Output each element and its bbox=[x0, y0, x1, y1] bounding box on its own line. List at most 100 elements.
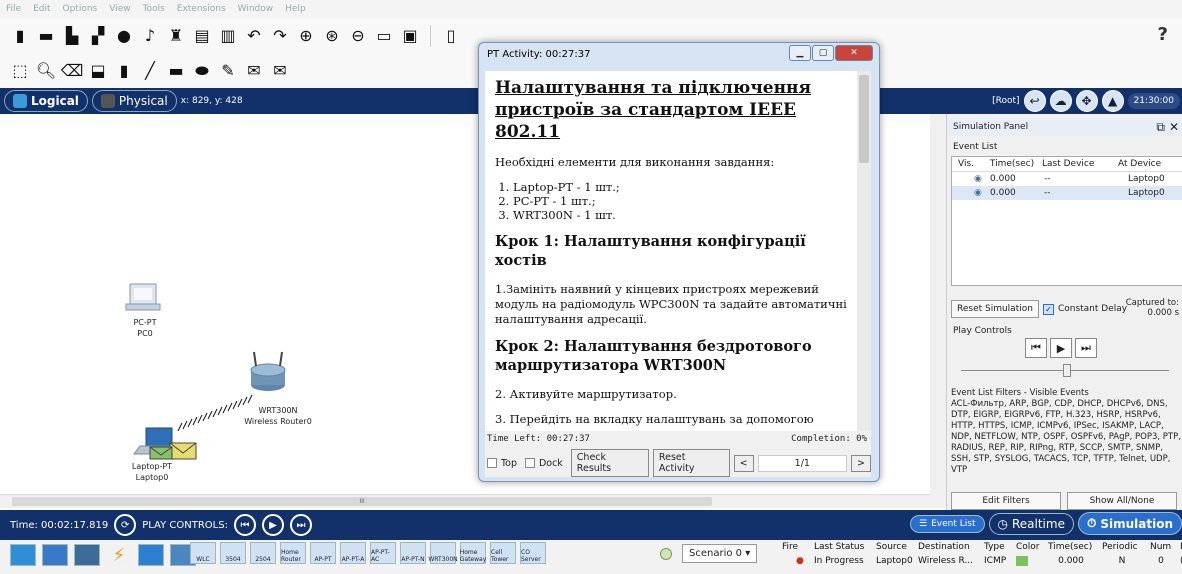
menu-options[interactable]: Options bbox=[63, 4, 98, 14]
play-icon[interactable]: ▶ bbox=[261, 514, 284, 536]
simulation-mode-tab[interactable]: ⏱ Simulation bbox=[1077, 512, 1182, 535]
router-device-icon[interactable] bbox=[250, 351, 286, 391]
redo-icon[interactable]: ↷ bbox=[270, 26, 290, 46]
canvas-vertical-scrollbar[interactable] bbox=[930, 114, 946, 508]
custom-devices-icon[interactable]: ▣ bbox=[400, 26, 420, 46]
delete-icon[interactable]: ⌫ bbox=[61, 61, 84, 81]
add-complex-pdu-icon[interactable]: ✉ bbox=[270, 61, 290, 81]
tab-logical[interactable]: Logical bbox=[4, 90, 88, 112]
device-cell-tower[interactable]: Cell Tower bbox=[490, 542, 516, 564]
zoom-reset-icon[interactable]: ⊛ bbox=[322, 26, 342, 46]
menu-view[interactable]: View bbox=[109, 4, 130, 14]
top-checkbox[interactable] bbox=[487, 458, 497, 468]
device-wlc[interactable]: WLC bbox=[190, 542, 216, 564]
menu-extensions[interactable]: Extensions bbox=[177, 4, 226, 14]
step-back-icon[interactable]: ⏮ bbox=[233, 514, 256, 536]
help-icon[interactable]: ? bbox=[1158, 24, 1168, 45]
reset-activity-button[interactable]: Reset Activity bbox=[652, 449, 730, 477]
move-object-icon[interactable]: ✥ bbox=[1075, 90, 1098, 112]
device-co-server[interactable]: CO Server bbox=[520, 542, 546, 564]
play-button[interactable]: ▶ bbox=[1050, 338, 1072, 358]
device-ap-pt-n[interactable]: AP-PT-N bbox=[400, 542, 426, 564]
show-all-none-button[interactable]: Show All/None bbox=[1067, 492, 1177, 510]
root-label[interactable]: [Root] bbox=[992, 96, 1019, 106]
back-icon[interactable]: ↩ bbox=[1023, 90, 1046, 112]
dock-checkbox[interactable] bbox=[524, 458, 535, 468]
save-icon[interactable]: ▙ bbox=[62, 26, 82, 46]
edit-filters-button[interactable]: Edit Filters bbox=[951, 492, 1061, 510]
device-ap-pt[interactable]: AP-PT bbox=[310, 542, 336, 564]
undock-icon[interactable]: ⧉ bbox=[1156, 120, 1165, 135]
fire-icon[interactable]: ● bbox=[782, 556, 806, 566]
event-list-toggle[interactable]: ☰ Event List bbox=[910, 514, 985, 533]
menu-file[interactable]: File bbox=[6, 4, 21, 14]
draw-line-icon[interactable]: ╱ bbox=[140, 61, 160, 81]
miscellaneous-icon[interactable] bbox=[138, 544, 164, 566]
new-file-icon[interactable]: ▮ bbox=[10, 26, 30, 46]
menu-window[interactable]: Window bbox=[238, 4, 274, 14]
place-note-icon[interactable]: ▮ bbox=[114, 61, 134, 81]
print-icon[interactable]: ▞ bbox=[88, 26, 108, 46]
next-page-button[interactable]: > bbox=[851, 454, 871, 472]
drawing-palette-icon[interactable]: ▭ bbox=[374, 26, 394, 46]
device-wrt300n[interactable]: WRT300N bbox=[428, 542, 458, 564]
tab-physical[interactable]: Physical bbox=[91, 90, 177, 112]
select-icon[interactable]: ⬚ bbox=[10, 61, 30, 81]
clock[interactable]: 21:30:00 bbox=[1127, 93, 1180, 109]
resize-shape-icon[interactable]: ⬓ bbox=[88, 61, 108, 81]
maximize-button[interactable]: ▢ bbox=[812, 45, 834, 61]
canvas-horizontal-scrollbar[interactable]: III bbox=[0, 494, 930, 508]
set-tiled-background-icon[interactable]: ▲ bbox=[1101, 90, 1124, 112]
network-devices-icon[interactable] bbox=[10, 544, 36, 566]
components-icon[interactable] bbox=[74, 544, 100, 566]
scroll-thumb[interactable]: III bbox=[12, 497, 712, 506]
open-folder-icon[interactable]: ▬ bbox=[36, 26, 56, 46]
menu-tools[interactable]: Tools bbox=[143, 4, 165, 14]
eye-icon[interactable]: ◉ bbox=[952, 188, 982, 198]
zoom-out-icon[interactable]: ⊖ bbox=[348, 26, 368, 46]
draw-rectangle-icon[interactable]: ▬ bbox=[166, 61, 186, 81]
info-icon[interactable]: ● bbox=[114, 26, 134, 46]
realtime-mode-tab[interactable]: ◷ Realtime bbox=[988, 512, 1074, 535]
reset-time-icon[interactable]: ⟳ bbox=[114, 514, 137, 536]
eye-icon[interactable]: ◉ bbox=[952, 174, 982, 184]
device-2504[interactable]: 2504 bbox=[250, 542, 276, 564]
pc-device-icon[interactable] bbox=[125, 283, 161, 311]
draw-ellipse-icon[interactable]: ⬬ bbox=[192, 61, 212, 81]
network-info-icon[interactable]: ♜ bbox=[166, 26, 186, 46]
cluster-icon[interactable]: ☁ bbox=[1049, 90, 1072, 112]
zoom-in-icon[interactable]: ⊕ bbox=[296, 26, 316, 46]
table-row[interactable]: ● In Progress Laptop0 Wireless R... ICMP… bbox=[782, 556, 1182, 566]
speed-slider-handle[interactable] bbox=[1063, 364, 1071, 377]
instructions-scrollbar[interactable] bbox=[857, 71, 871, 455]
menu-help[interactable]: Help bbox=[285, 4, 306, 14]
step-back-button[interactable]: ⏮ bbox=[1025, 338, 1047, 358]
step-forward-button[interactable]: ⏭ bbox=[1075, 338, 1097, 358]
constant-delay-checkbox[interactable]: ✓ bbox=[1042, 303, 1054, 315]
close-button[interactable]: ✕ bbox=[835, 45, 873, 61]
device-ap-pt-ac[interactable]: AP-PT-AC bbox=[370, 542, 396, 564]
inspect-icon[interactable]: 🔍︎ bbox=[36, 61, 56, 81]
minimize-button[interactable]: ▁ bbox=[789, 45, 811, 61]
table-row[interactable]: ◉ 0.000 -- Laptop0 bbox=[952, 172, 1182, 186]
copy-icon[interactable]: ▤ bbox=[192, 26, 212, 46]
device-3504[interactable]: 3504 bbox=[220, 542, 246, 564]
check-results-button[interactable]: Check Results bbox=[570, 449, 649, 477]
freeform-icon[interactable]: ✎ bbox=[218, 61, 238, 81]
device-ap-pt-a[interactable]: AP-PT-A bbox=[340, 542, 366, 564]
event-list-table[interactable]: Vis. Time(sec) Last Device At Device ◉ 0… bbox=[951, 156, 1182, 286]
close-icon[interactable]: ✕ bbox=[1169, 120, 1179, 134]
wizard-icon[interactable]: ♪ bbox=[140, 26, 160, 46]
table-row[interactable]: ◉ 0.000 -- Laptop0 bbox=[952, 186, 1182, 200]
connections-icon[interactable]: ⚡ bbox=[106, 544, 132, 566]
scroll-thumb[interactable] bbox=[859, 75, 869, 163]
device-home-gateway[interactable]: Home Gateway bbox=[460, 542, 486, 564]
notes-icon[interactable]: ▯ bbox=[441, 26, 461, 46]
menu-edit[interactable]: Edit bbox=[33, 4, 50, 14]
undo-icon[interactable]: ↶ bbox=[244, 26, 264, 46]
end-devices-icon[interactable] bbox=[42, 544, 68, 566]
step-forward-icon[interactable]: ⏭ bbox=[289, 514, 312, 536]
paste-icon[interactable]: ▥ bbox=[218, 26, 238, 46]
scenario-select[interactable]: Scenario 0 ▾ bbox=[682, 544, 758, 563]
reset-simulation-button[interactable]: Reset Simulation bbox=[951, 300, 1039, 318]
